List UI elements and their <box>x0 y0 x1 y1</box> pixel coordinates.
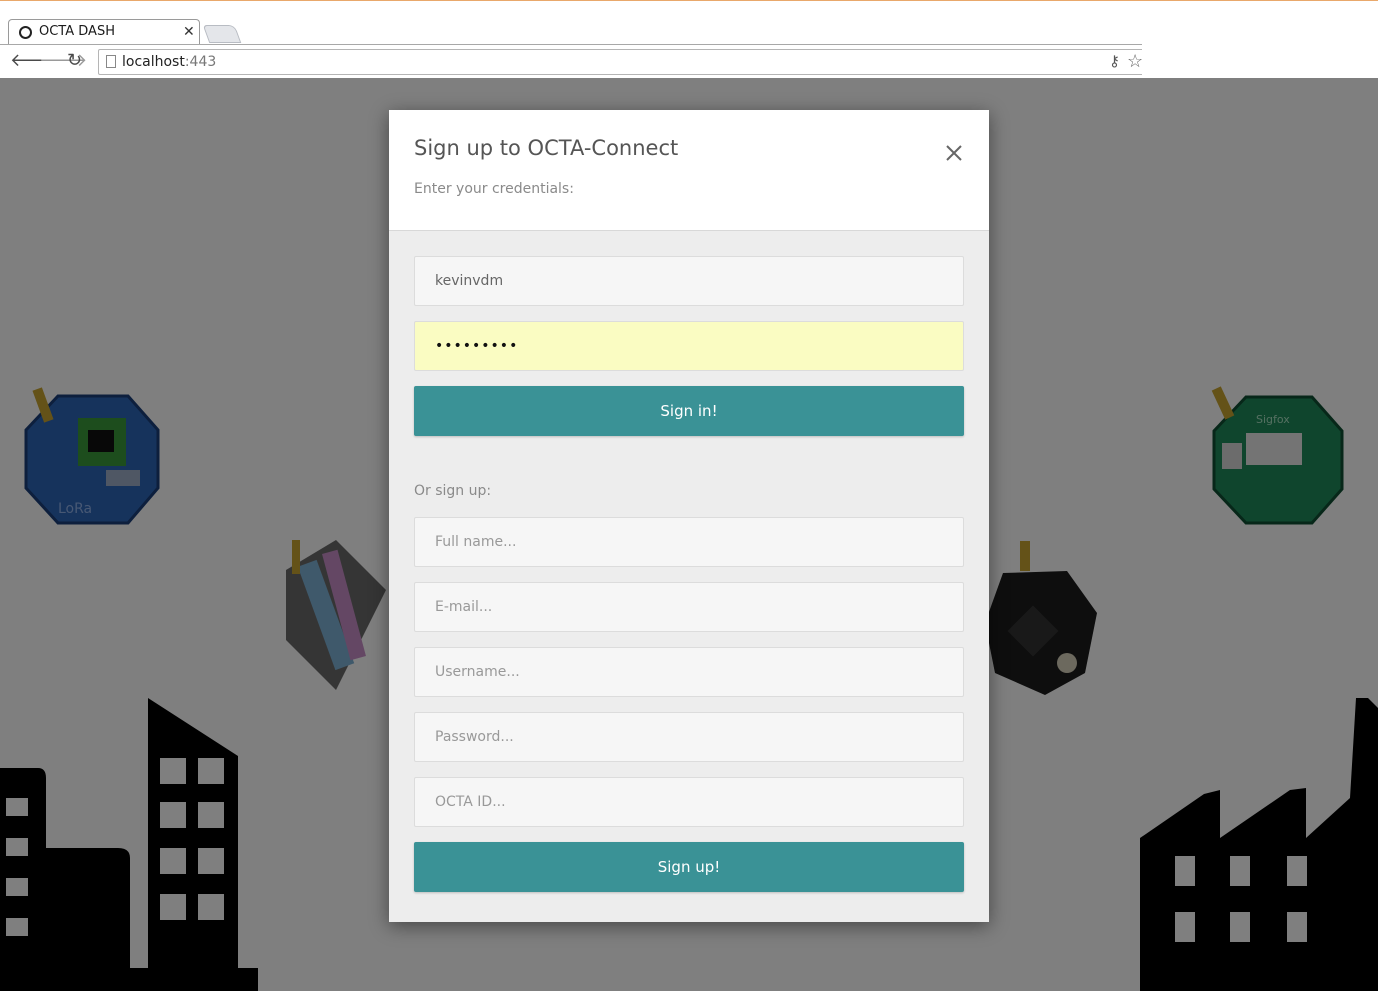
reload-icon[interactable]: ↻ <box>67 50 82 71</box>
browser-toolbar: 🡐 🡒 ↻ localhost:443 ⚷ ☆ <box>0 44 1148 79</box>
signin-password-input[interactable] <box>414 321 964 371</box>
bookmark-star-icon[interactable]: ☆ <box>1127 51 1143 72</box>
email-input[interactable] <box>414 582 964 632</box>
signup-username-input[interactable] <box>414 647 964 697</box>
new-tab-button[interactable] <box>202 25 242 43</box>
address-bar[interactable]: localhost:443 ⚷ ☆ <box>98 49 1148 75</box>
browser-chrome: OCTA DASH ✕ 🡐 🡒 ↻ localhost:443 ⚷ ☆ <box>0 0 1148 79</box>
tab-strip: OCTA DASH ✕ <box>0 1 1142 45</box>
signup-password-input[interactable] <box>414 712 964 762</box>
modal-subtitle: Enter your credentials: <box>414 181 574 197</box>
url-text: localhost:443 <box>122 54 216 70</box>
sign-in-button[interactable]: Sign in! <box>414 386 964 436</box>
tab-title: OCTA DASH <box>39 24 115 39</box>
url-port: :443 <box>184 54 217 70</box>
sign-up-button[interactable]: Sign up! <box>414 842 964 892</box>
chrome-blank-area <box>1142 0 1378 79</box>
url-host: localhost <box>122 54 185 70</box>
page-icon <box>106 55 116 68</box>
fullname-input[interactable] <box>414 517 964 567</box>
modal-header: Sign up to OCTA-Connect Enter your crede… <box>389 110 989 231</box>
octa-favicon-icon <box>19 26 32 39</box>
octa-id-input[interactable] <box>414 777 964 827</box>
close-icon[interactable] <box>943 142 965 164</box>
signup-modal: Sign up to OCTA-Connect Enter your crede… <box>389 110 989 922</box>
key-icon[interactable]: ⚷ <box>1109 52 1120 70</box>
close-tab-icon[interactable]: ✕ <box>183 23 195 40</box>
browser-tab[interactable]: OCTA DASH ✕ <box>8 19 200 45</box>
modal-title: Sign up to OCTA-Connect <box>414 136 679 160</box>
signup-section-label: Or sign up: <box>414 483 492 499</box>
signin-username-input[interactable] <box>414 256 964 306</box>
